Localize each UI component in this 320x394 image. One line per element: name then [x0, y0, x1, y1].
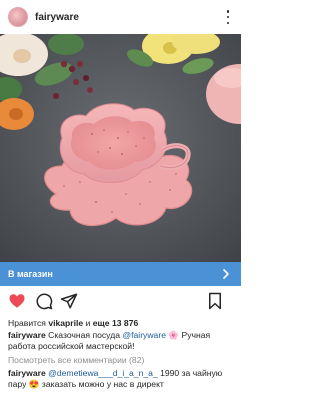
likes-count[interactable]: еще 13 876: [93, 318, 138, 328]
caption-username[interactable]: fairyware: [8, 330, 46, 340]
shop-now-label: В магазин: [8, 269, 53, 279]
heart-eyes-emoji: 😍: [28, 379, 40, 390]
comment-mention[interactable]: @demetiewa___d_i_a_n_a_: [48, 368, 158, 378]
likes-prefix: Нравится: [8, 318, 46, 328]
caption-text: Сказочная посуда: [48, 330, 120, 341]
view-comments-link[interactable]: Посмотреть все комментарии (82): [8, 355, 236, 366]
post-header: fairyware: [0, 0, 241, 34]
comment-username[interactable]: fairyware: [8, 368, 46, 378]
flower-emoji: 🌸: [168, 330, 180, 341]
likes-and: и: [85, 318, 91, 328]
caption-mention[interactable]: @fairyware: [122, 330, 166, 340]
post-image[interactable]: [0, 34, 241, 262]
heart-icon[interactable]: [8, 292, 26, 310]
post-username[interactable]: fairyware: [35, 12, 79, 23]
likes-user[interactable]: vikaprile: [48, 318, 83, 328]
post-text: Нравится vikaprile и еще 13 876 fairywar…: [8, 318, 236, 390]
more-icon[interactable]: [225, 10, 231, 24]
bookmark-icon[interactable]: [206, 292, 224, 310]
comment: fairyware @demetiewa___d_i_a_n_a_ 1990 з…: [8, 368, 236, 390]
shop-now-button[interactable]: В магазин: [0, 262, 241, 286]
caption: fairyware Сказочная посуда @fairyware 🌸 …: [8, 330, 236, 352]
chevron-right-icon: [223, 269, 229, 279]
share-icon[interactable]: [60, 292, 78, 310]
likes-line: Нравится vikaprile и еще 13 876: [8, 318, 236, 329]
avatar[interactable]: [8, 7, 28, 27]
comment-text-2: заказать можно у нас в директ: [41, 379, 164, 390]
comment-icon[interactable]: [35, 292, 53, 310]
action-bar: [0, 292, 241, 314]
